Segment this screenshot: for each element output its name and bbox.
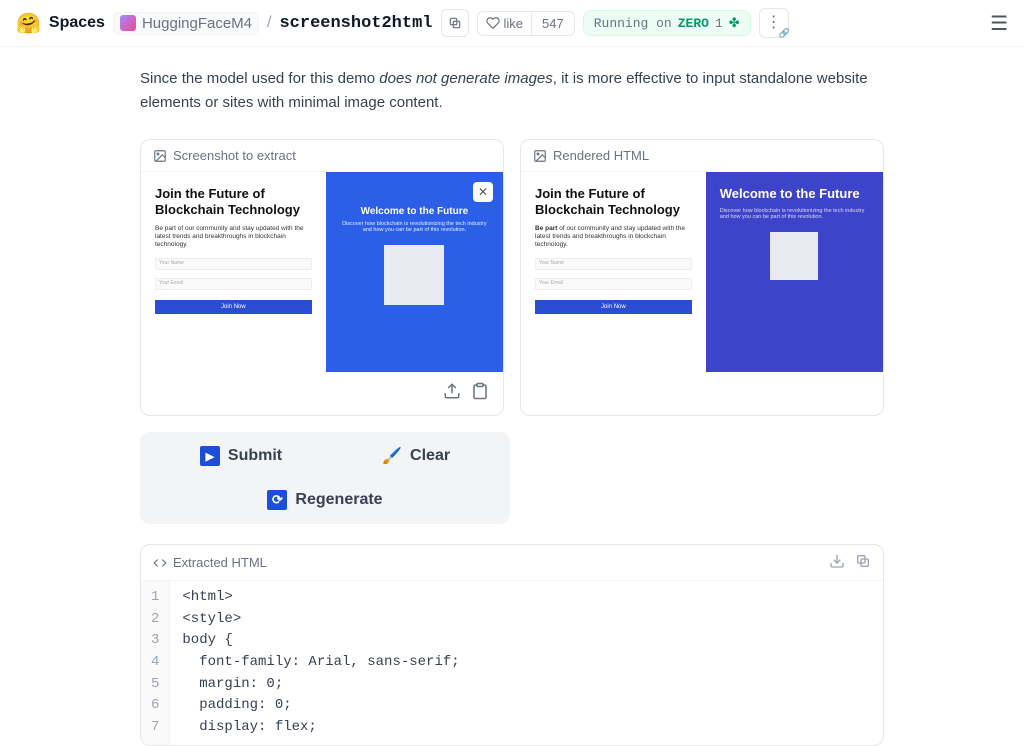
copy-code-button[interactable] xyxy=(855,553,871,572)
rendered-panel-header: Rendered HTML xyxy=(521,140,883,172)
mock-name-input: Your Name xyxy=(155,258,312,270)
heart-icon xyxy=(486,16,500,30)
hamburger-menu[interactable]: ☰ xyxy=(990,11,1008,36)
mock-email-input-b: Your Email xyxy=(535,278,692,290)
like-count: 547 xyxy=(532,12,574,35)
mock-welcome-title: Welcome to the Future xyxy=(361,206,469,217)
like-label: like xyxy=(504,16,524,31)
code-panel-label: Extracted HTML xyxy=(173,555,267,570)
rendered-panel-label: Rendered HTML xyxy=(553,148,649,163)
code-body[interactable]: 1234567 <html> <style> body { font-famil… xyxy=(141,581,883,745)
mock-sub: Be part of our community and stay update… xyxy=(155,225,312,250)
regenerate-button[interactable]: ⟳ Regenerate xyxy=(267,490,382,510)
mock-left-pane-b: Join the Future of Blockchain Technology… xyxy=(521,172,706,372)
copy-icon xyxy=(855,553,871,569)
mock-image-placeholder xyxy=(384,245,444,305)
download-icon xyxy=(829,553,845,569)
paste-button[interactable] xyxy=(471,382,489,405)
mock-join-button-b: Join Now xyxy=(535,300,692,314)
like-button[interactable]: like xyxy=(478,12,533,35)
code-icon xyxy=(153,556,167,570)
status-running: Running on xyxy=(594,16,672,31)
status-count: 1 xyxy=(715,16,723,31)
hf-logo-icon: 🤗 xyxy=(16,11,41,36)
mock-title: Join the Future of Blockchain Technology xyxy=(155,186,312,219)
link-icon: 🔗 xyxy=(778,28,789,39)
mock-email-input: Your Email xyxy=(155,278,312,290)
status-hardware: ZERO xyxy=(678,16,709,31)
org-avatar-icon xyxy=(120,15,136,31)
submit-button[interactable]: ▶ Submit xyxy=(200,446,282,466)
code-panel: Extracted HTML 1234567 <html> <style> bo… xyxy=(140,544,884,746)
mock-welcome-sub: Discover how blockchain is revolutionizi… xyxy=(340,221,489,233)
topbar: 🤗 Spaces HuggingFaceM4 / screenshot2html… xyxy=(0,0,1024,47)
mock-image-placeholder-b xyxy=(770,232,818,280)
code-line: body { xyxy=(182,630,459,652)
mock-right-pane-b: Welcome to the Future Discover how block… xyxy=(706,172,883,372)
spaces-label[interactable]: Spaces xyxy=(49,14,105,32)
code-lines: <html> <style> body { font-family: Arial… xyxy=(170,581,471,745)
mock-welcome-title-b: Welcome to the Future xyxy=(720,186,869,202)
code-line: font-family: Arial, sans-serif; xyxy=(182,652,459,674)
refresh-icon: ⟳ xyxy=(267,490,287,510)
screenshot-preview[interactable]: Join the Future of Blockchain Technology… xyxy=(141,172,503,372)
code-line: margin: 0; xyxy=(182,674,459,696)
intro-text: Since the model used for this demo does … xyxy=(140,67,884,115)
like-group: like 547 xyxy=(477,11,575,36)
brush-icon: 🖌️ xyxy=(382,446,402,466)
mock-sub-b: Be part of our community and stay update… xyxy=(535,225,692,250)
screenshot-panel-header: Screenshot to extract xyxy=(141,140,503,172)
path-separator: / xyxy=(267,14,271,32)
code-line: display: flex; xyxy=(182,717,459,739)
clear-button[interactable]: 🖌️ Clear xyxy=(382,446,450,466)
code-line: padding: 0; xyxy=(182,695,459,717)
line-gutter: 1234567 xyxy=(141,581,170,745)
copy-button[interactable] xyxy=(441,9,469,37)
download-button[interactable] xyxy=(829,553,845,572)
intro-ital: does not generate images xyxy=(379,70,552,87)
clipboard-icon xyxy=(471,382,489,400)
org-link[interactable]: HuggingFaceM4 xyxy=(113,12,259,35)
submit-label: Submit xyxy=(228,447,282,465)
more-menu-button[interactable]: ⋮ 🔗 xyxy=(759,8,789,38)
clear-label: Clear xyxy=(410,447,450,465)
action-bar: ▶ Submit 🖌️ Clear ⟳ Regenerate xyxy=(140,432,510,524)
copy-icon xyxy=(448,16,462,30)
mock-join-button: Join Now xyxy=(155,300,312,314)
rendered-panel: Rendered HTML Join the Future of Blockch… xyxy=(520,139,884,416)
intro-prefix: Since the model used for this demo xyxy=(140,70,379,87)
clover-icon: ✤ xyxy=(729,15,740,31)
regenerate-label: Regenerate xyxy=(295,491,382,509)
status-badge[interactable]: Running on ZERO 1 ✤ xyxy=(583,10,751,36)
mock-left-pane: Join the Future of Blockchain Technology… xyxy=(141,172,326,372)
image-icon xyxy=(533,149,547,163)
code-line: <style> xyxy=(182,609,459,631)
mock-right-pane-a: ✕ Welcome to the Future Discover how blo… xyxy=(326,172,503,372)
repo-name[interactable]: screenshot2html xyxy=(279,14,432,33)
rendered-preview[interactable]: Join the Future of Blockchain Technology… xyxy=(521,172,883,372)
screenshot-panel-label: Screenshot to extract xyxy=(173,148,296,163)
code-panel-header: Extracted HTML xyxy=(141,545,883,581)
play-icon: ▶ xyxy=(200,446,220,466)
screenshot-panel-footer xyxy=(141,372,503,415)
image-icon xyxy=(153,149,167,163)
screenshot-panel: Screenshot to extract Join the Future of… xyxy=(140,139,504,416)
upload-button[interactable] xyxy=(443,382,461,405)
close-icon[interactable]: ✕ xyxy=(473,182,493,202)
mock-name-input-b: Your Name xyxy=(535,258,692,270)
preview-panels: Screenshot to extract Join the Future of… xyxy=(140,139,884,416)
upload-icon xyxy=(443,382,461,400)
main-content: Since the model used for this demo does … xyxy=(132,67,892,746)
mock-welcome-sub-b: Discover how blockchain is revolutionizi… xyxy=(720,208,869,220)
mock-title-b: Join the Future of Blockchain Technology xyxy=(535,186,692,219)
org-name: HuggingFaceM4 xyxy=(142,15,252,32)
code-line: <html> xyxy=(182,587,459,609)
